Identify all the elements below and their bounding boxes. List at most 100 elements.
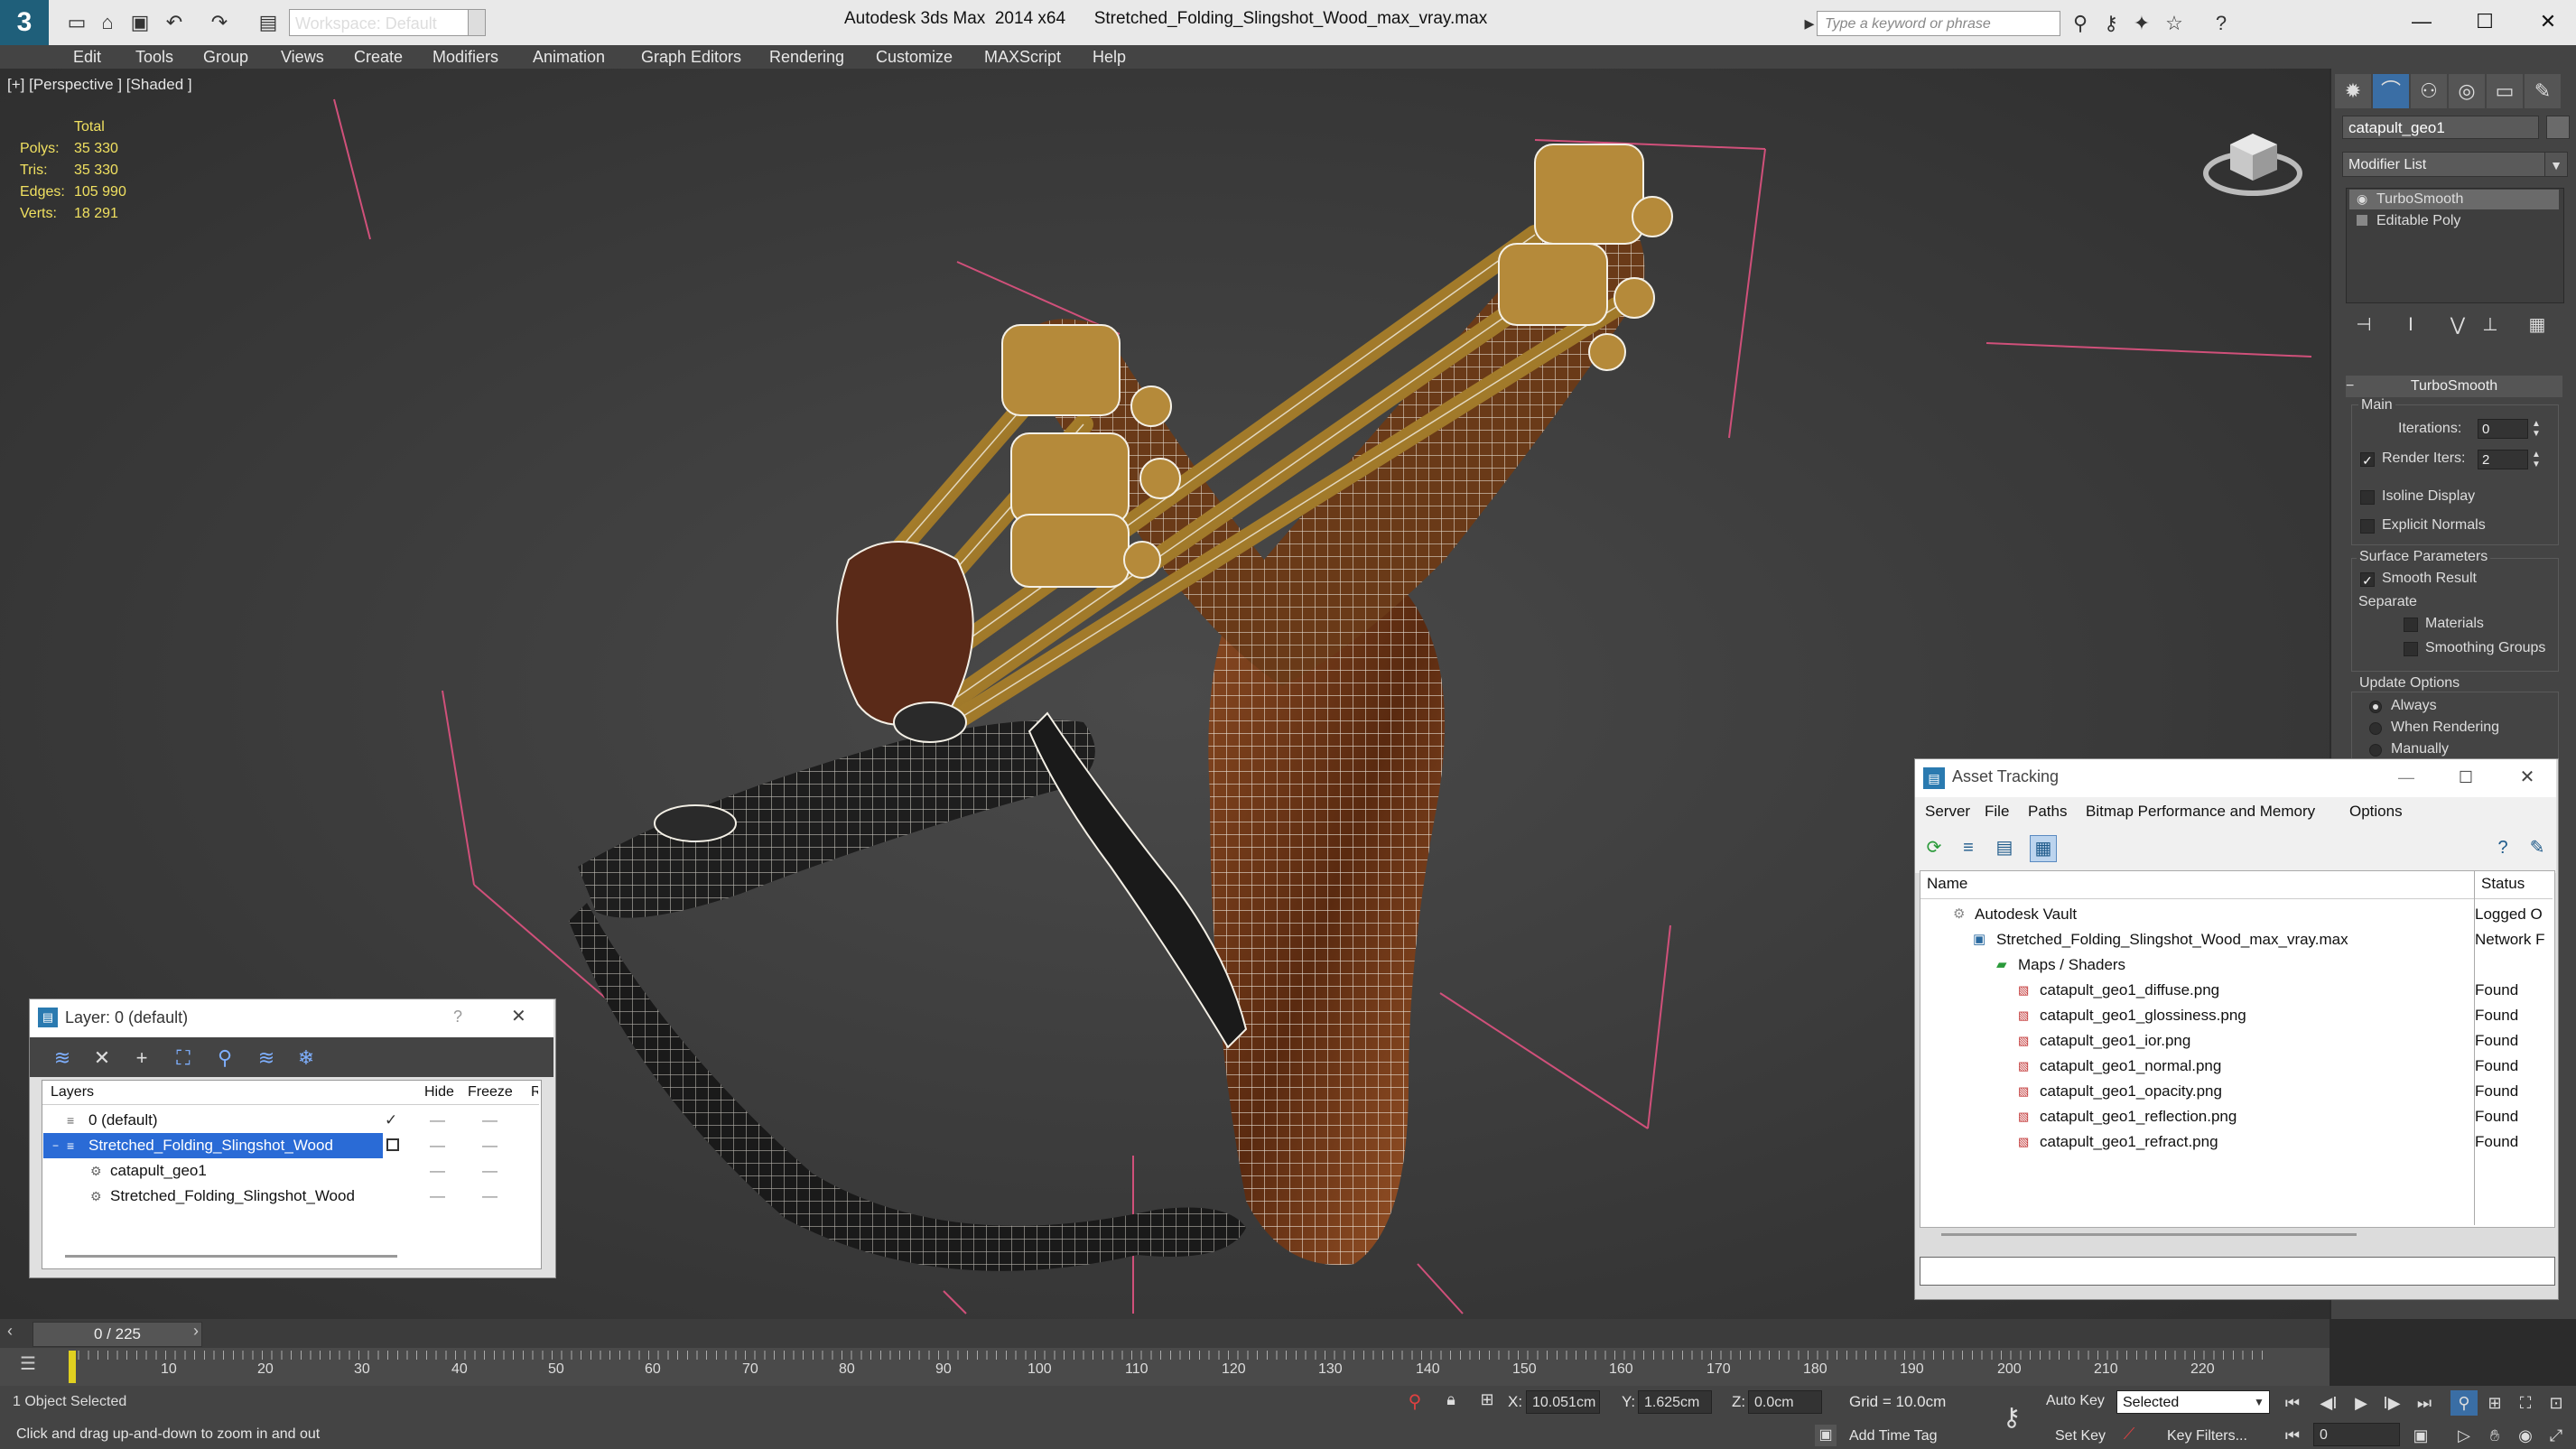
next-frame-icon[interactable]: Ⅰ▶: [2378, 1390, 2405, 1416]
isoline-display-checkbox[interactable]: [2360, 490, 2375, 505]
asset-row[interactable]: ▰ Maps / Shaders: [1920, 952, 2553, 978]
new-file-icon[interactable]: ▭: [65, 11, 88, 34]
chevron-down-icon[interactable]: ▼: [2250, 1390, 2268, 1414]
y-coordinate-field[interactable]: 1.625cm: [1638, 1390, 1712, 1414]
time-tag-icon[interactable]: ▣: [1815, 1425, 1837, 1446]
motion-tab-icon[interactable]: ◎: [2449, 74, 2485, 108]
binoculars-icon[interactable]: ⚲: [2068, 11, 2093, 36]
current-frame-marker[interactable]: [69, 1351, 76, 1383]
column-header-hide[interactable]: Hide: [424, 1084, 454, 1101]
hide-toggle[interactable]: —: [430, 1108, 445, 1133]
hide-toggle[interactable]: —: [430, 1158, 445, 1184]
help-icon[interactable]: ?: [2490, 835, 2516, 860]
hide-toggle[interactable]: —: [430, 1133, 445, 1158]
key-set-dropdown[interactable]: Selected: [2116, 1390, 2270, 1414]
freeze-toggle[interactable]: —: [482, 1158, 498, 1184]
add-time-tag[interactable]: Add Time Tag: [1849, 1428, 1938, 1444]
modify-tab-icon[interactable]: ⌒: [2373, 74, 2409, 108]
explicit-normals-checkbox[interactable]: [2360, 519, 2375, 534]
layer-row[interactable]: ≡ 0 (default) ✓ — —: [43, 1108, 538, 1133]
menu-edit[interactable]: Edit: [73, 45, 101, 69]
time-slider-thumb[interactable]: 0 / 225: [33, 1322, 202, 1347]
column-header-render[interactable]: R: [531, 1084, 538, 1101]
chevron-down-icon[interactable]: ▼: [468, 9, 486, 36]
menu-maxscript[interactable]: MAXScript: [984, 45, 1061, 69]
show-end-result-icon[interactable]: Ⅰ: [2398, 312, 2423, 338]
zoom-extents-all-icon[interactable]: ⊡: [2543, 1390, 2570, 1416]
help-icon[interactable]: ?: [2209, 11, 2234, 36]
play-icon[interactable]: ▶: [2348, 1390, 2375, 1416]
create-layer-icon[interactable]: ≋: [49, 1045, 76, 1072]
remove-modifier-icon[interactable]: ⊥: [2478, 312, 2503, 338]
zoom-icon[interactable]: ⚲: [2450, 1390, 2478, 1416]
asset-menu-paths[interactable]: Paths: [2028, 797, 2067, 826]
select-objects-icon[interactable]: ⛶: [170, 1045, 197, 1072]
open-file-icon[interactable]: ⌂: [96, 11, 119, 34]
search-input[interactable]: Type a keyword or phrase: [1817, 11, 2060, 36]
pin-icon[interactable]: ✎: [2525, 835, 2550, 860]
app-logo-icon[interactable]: 3: [0, 0, 49, 45]
maximize-icon[interactable]: ☐: [2458, 4, 2512, 40]
asset-row[interactable]: ▣ Stretched_Folding_Slingshot_Wood_max_v…: [1920, 927, 2553, 952]
pin-stack-icon[interactable]: ⊣: [2351, 312, 2376, 338]
smoothing-groups-checkbox[interactable]: [2404, 642, 2418, 656]
set-active-box[interactable]: [386, 1138, 399, 1151]
zoom-all-icon[interactable]: ⊞: [2481, 1390, 2508, 1416]
menu-graph-editors[interactable]: Graph Editors: [641, 45, 741, 69]
mini-curve-editor-icon[interactable]: ☰: [14, 1352, 42, 1379]
turbosmooth-rollout-header[interactable]: TurboSmooth: [2346, 376, 2562, 397]
zoom-extents-icon[interactable]: ⛶: [2512, 1390, 2539, 1416]
spinner-arrows-icon[interactable]: ▲ ▼: [2532, 450, 2544, 469]
chevron-left-icon[interactable]: ‹: [7, 1322, 13, 1341]
menu-rendering[interactable]: Rendering: [769, 45, 844, 69]
undo-icon[interactable]: ↶: [163, 11, 186, 34]
menu-tools[interactable]: Tools: [135, 45, 173, 69]
column-header-status[interactable]: Status: [2481, 875, 2525, 893]
layer-row[interactable]: ⚙ Stretched_Folding_Slingshot_Wood — —: [43, 1184, 538, 1209]
asset-row[interactable]: ▧ catapult_geo1_normal.png Found: [1920, 1054, 2553, 1079]
asset-row[interactable]: ⚙ Autodesk Vault Logged O: [1920, 902, 2553, 927]
stack-item-turbosmooth[interactable]: TurboSmooth: [2349, 190, 2559, 209]
manually-radio[interactable]: [2369, 744, 2382, 757]
close-icon[interactable]: ✕: [511, 1005, 526, 1027]
z-coordinate-field[interactable]: 0.0cm: [1748, 1390, 1822, 1414]
save-icon[interactable]: ▣: [128, 11, 152, 34]
hide-all-icon[interactable]: ≋: [253, 1045, 280, 1072]
orbit-icon[interactable]: ◉: [2512, 1423, 2539, 1448]
make-unique-icon[interactable]: ⋁: [2445, 312, 2470, 338]
asset-row[interactable]: ▧ catapult_geo1_diffuse.png Found: [1920, 978, 2553, 1003]
communication-icon[interactable]: ✦: [2129, 11, 2154, 36]
help-icon[interactable]: ?: [453, 1008, 462, 1026]
key-icon[interactable]: ⚷: [1992, 1398, 2032, 1437]
minimize-icon[interactable]: —: [2393, 764, 2420, 791]
chevron-down-icon[interactable]: ▼: [2544, 152, 2568, 177]
create-tab-icon[interactable]: ✹: [2335, 74, 2371, 108]
add-to-layer-icon[interactable]: +: [128, 1045, 155, 1072]
modifier-list-dropdown[interactable]: Modifier List: [2342, 152, 2557, 177]
freeze-toggle[interactable]: —: [482, 1184, 498, 1209]
menu-views[interactable]: Views: [281, 45, 324, 69]
chevron-right-icon[interactable]: ›: [193, 1322, 199, 1341]
when-rendering-radio[interactable]: [2369, 722, 2382, 735]
table-view-icon[interactable]: ▦: [2030, 835, 2057, 862]
asset-row[interactable]: ▧ catapult_geo1_glossiness.png Found: [1920, 1003, 2553, 1028]
viewport-label-menu[interactable]: [+] [Perspective ] [Shaded ]: [7, 76, 192, 94]
collapse-icon[interactable]: −: [2346, 376, 2360, 397]
key-mode-toggle-icon[interactable]: ⏮: [2279, 1423, 2306, 1448]
absolute-mode-icon[interactable]: ⊞: [1477, 1390, 1497, 1414]
hide-toggle[interactable]: —: [430, 1184, 445, 1209]
go-to-end-icon[interactable]: ⏭: [2411, 1390, 2438, 1416]
object-color-swatch[interactable]: [2546, 116, 2570, 139]
render-iters-checkbox[interactable]: ✓: [2360, 452, 2375, 468]
hierarchy-tab-icon[interactable]: ⚇: [2411, 74, 2447, 108]
layer-row[interactable]: − ≡ Stretched_Folding_Slingshot_Wood — —: [43, 1133, 538, 1158]
menu-create[interactable]: Create: [354, 45, 403, 69]
column-header-name[interactable]: Name: [1927, 875, 1967, 893]
asset-menu-file[interactable]: File: [1985, 797, 2009, 826]
display-tab-icon[interactable]: ▭: [2487, 74, 2523, 108]
maximize-viewport-icon[interactable]: ⤢: [2543, 1423, 2570, 1448]
asset-menu-bitmap-performance[interactable]: Bitmap Performance and Memory: [2086, 797, 2315, 826]
pan-icon[interactable]: ✋︎: [2481, 1423, 2508, 1448]
menu-customize[interactable]: Customize: [876, 45, 953, 69]
spinner-arrows-icon[interactable]: ▲ ▼: [2532, 419, 2544, 439]
